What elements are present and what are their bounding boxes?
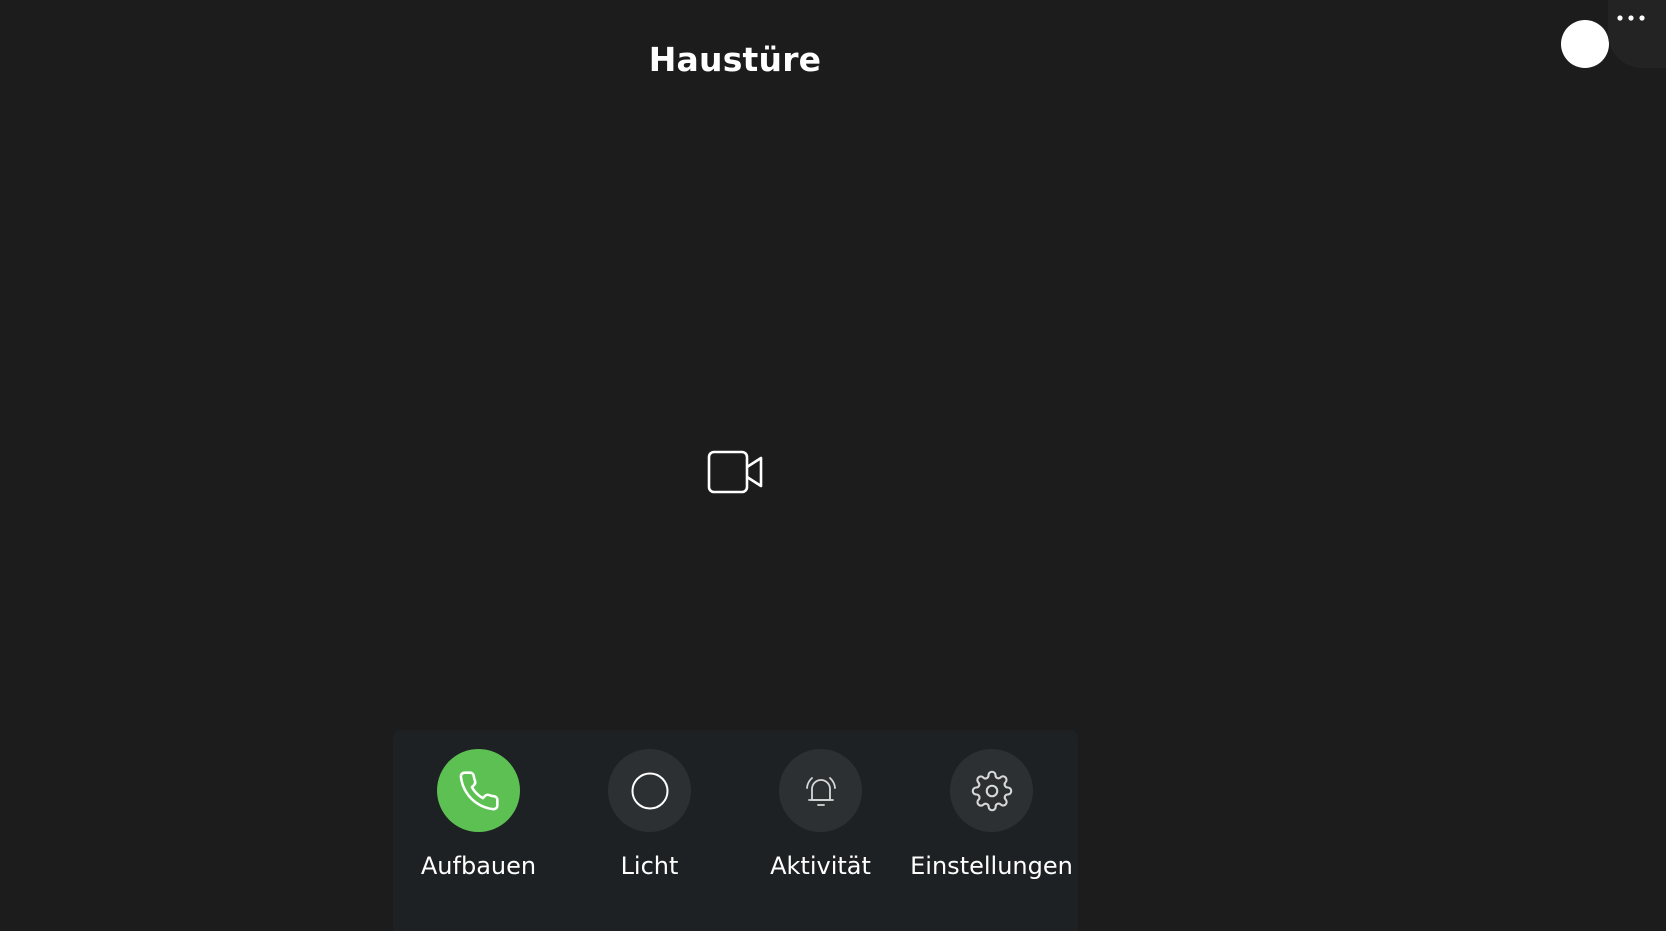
activity-button-circle[interactable] [779,749,862,832]
more-options-button[interactable] [1608,0,1666,68]
circle-icon [631,772,668,809]
settings-button[interactable]: Einstellungen [906,749,1077,909]
phone-icon [459,770,499,810]
call-button[interactable]: Aufbauen [393,749,564,909]
page-title: Haustüre [648,40,822,79]
settings-button-label: Einstellungen [910,852,1073,880]
status-indicator[interactable] [1561,20,1609,68]
light-button[interactable]: Licht [564,749,735,909]
more-horizontal-icon [1617,15,1645,21]
control-panel: Aufbauen Licht Aktivität Einstellungen [393,730,1078,931]
activity-button[interactable]: Aktivität [735,749,906,909]
bell-ring-icon [805,776,836,806]
call-button-circle[interactable] [437,749,520,832]
gear-icon [971,770,1012,811]
video-camera-icon [707,450,763,494]
app-window: Haustüre Aufbauen Licht Aktivität Einste… [0,0,1666,931]
light-button-circle[interactable] [608,749,691,832]
settings-button-circle[interactable] [950,749,1033,832]
